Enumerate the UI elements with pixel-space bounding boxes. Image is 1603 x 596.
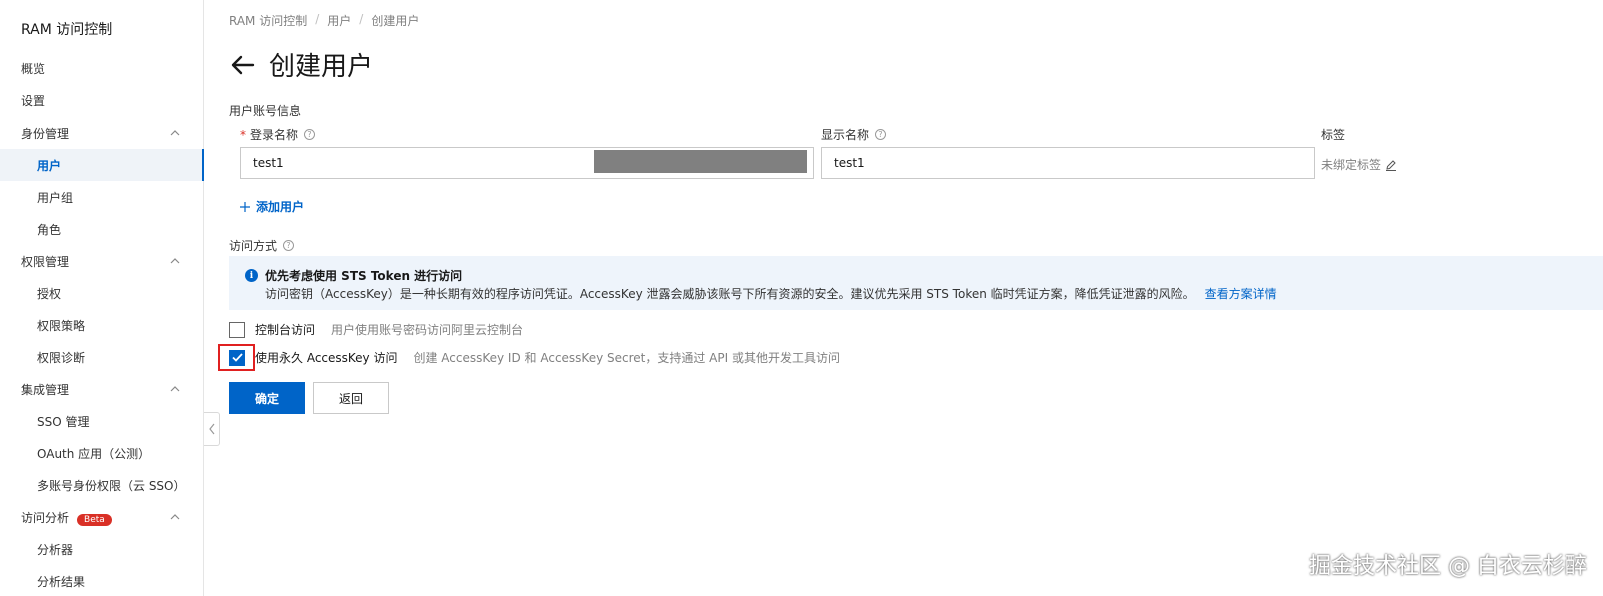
watermark: 掘金技术社区 @ 白衣云杉醉 — [1309, 554, 1587, 579]
alert-title: 优先考虑使用 STS Token 进行访问 — [265, 269, 463, 283]
breadcrumb-separator: / — [359, 12, 364, 26]
sidebar-title: RAM 访问控制 — [21, 22, 113, 38]
sidebar-item-label: 集成管理 — [21, 382, 70, 397]
chevron-up-icon — [170, 386, 180, 392]
accesskey-option[interactable]: 使用永久 AccessKey 访问 创建 AccessKey ID 和 Acce… — [229, 349, 840, 366]
display-name-input[interactable]: test1 — [821, 147, 1315, 179]
alert-body-text: 访问密钥（AccessKey）是一种长期有效的程序访问凭证。AccessKey … — [265, 287, 1195, 301]
help-icon[interactable]: ? — [283, 240, 295, 251]
back-button[interactable]: 返回 — [313, 382, 389, 414]
sidebar-item-analysis-results[interactable]: 分析结果 — [0, 565, 204, 596]
page-title: 创建用户 — [269, 52, 374, 82]
tag-label: 标签 — [1321, 126, 1345, 143]
sidebar-item-grants[interactable]: 授权 — [0, 277, 204, 309]
breadcrumb-item-create-user: 创建用户 — [371, 14, 420, 28]
breadcrumb: RAM 访问控制 / 用户 / 创建用户 — [229, 12, 419, 29]
plus-icon — [240, 201, 250, 212]
sidebar-item-label: 分析器 — [37, 542, 74, 557]
annotation-highlight-box — [218, 344, 255, 371]
sidebar-item-label: 设置 — [21, 93, 46, 108]
sidebar-collapse-button[interactable] — [204, 412, 220, 446]
sidebar-item-policies[interactable]: 权限策略 — [0, 309, 204, 341]
view-details-link[interactable]: 查看方案详情 — [1205, 287, 1277, 301]
sidebar-item-label: 分析结果 — [37, 574, 86, 589]
sidebar-group-identity[interactable]: 身份管理 — [0, 117, 204, 149]
tag-edit-button[interactable]: 未绑定标签 — [1321, 156, 1397, 173]
sidebar-item-settings[interactable]: 设置 — [0, 84, 204, 116]
sidebar-item-label: OAuth 应用（公测） — [37, 446, 151, 461]
sidebar-item-label: 权限策略 — [37, 318, 86, 333]
tag-value: 未绑定标签 — [1321, 158, 1382, 172]
add-user-label: 添加用户 — [256, 200, 305, 214]
breadcrumb-item-ram[interactable]: RAM 访问控制 — [229, 12, 307, 29]
account-section-label: 用户账号信息 — [229, 104, 302, 118]
page-title-row: 创建用户 — [229, 46, 373, 83]
login-name-label: * 登录名称 ? — [240, 126, 316, 143]
tag-label-text: 标签 — [1321, 128, 1346, 142]
sidebar-group-permissions[interactable]: 权限管理 — [0, 245, 204, 277]
login-name-label-text: 登录名称 — [250, 128, 299, 142]
sidebar-item-roles[interactable]: 角色 — [0, 213, 204, 245]
accesskey-label: 使用永久 AccessKey 访问 — [255, 351, 398, 365]
breadcrumb-item-users[interactable]: 用户 — [327, 12, 351, 29]
info-icon: i — [245, 269, 258, 282]
sidebar-item-diagnosis[interactable]: 权限诊断 — [0, 341, 204, 373]
sidebar-item-sso[interactable]: SSO 管理 — [0, 405, 204, 437]
sidebar-item-overview[interactable]: 概览 — [0, 52, 204, 84]
confirm-button[interactable]: 确定 — [229, 382, 305, 414]
sidebar-item-label-wrap: 访问分析 Beta — [21, 509, 112, 526]
sidebar-item-label: 概览 — [21, 61, 46, 76]
console-access-checkbox[interactable] — [229, 321, 245, 338]
sidebar-item-label: 权限管理 — [21, 254, 70, 269]
sidebar-item-label: 用户组 — [37, 190, 74, 205]
sidebar-item-oauth[interactable]: OAuth 应用（公测） — [0, 437, 204, 469]
sidebar-item-label: 角色 — [37, 222, 62, 237]
sidebar-item-cloud-sso[interactable]: 多账号身份权限（云 SSO） — [0, 469, 204, 501]
sidebar-item-label: 授权 — [37, 286, 62, 301]
help-icon[interactable]: ? — [875, 129, 887, 140]
chevron-up-icon — [170, 514, 180, 520]
required-asterisk: * — [240, 127, 246, 142]
display-name-value: test1 — [834, 156, 865, 170]
accesskey-desc: 创建 AccessKey ID 和 AccessKey Secret，支持通过 … — [413, 351, 840, 365]
access-section-label: 访问方式 ? — [229, 237, 295, 254]
sidebar-group-access-analysis[interactable]: 访问分析 Beta — [0, 501, 204, 533]
chevron-left-icon — [208, 423, 214, 435]
edit-icon — [1386, 159, 1397, 171]
breadcrumb-separator: / — [315, 12, 320, 26]
sidebar-item-label: SSO 管理 — [37, 414, 90, 429]
help-icon[interactable]: ? — [304, 129, 316, 140]
sidebar-item-label: 用户 — [37, 158, 62, 173]
sidebar-item-analyzer[interactable]: 分析器 — [0, 533, 204, 565]
back-arrow-icon[interactable] — [229, 52, 255, 78]
display-name-label-text: 显示名称 — [821, 128, 870, 142]
access-section-label-text: 访问方式 — [229, 239, 278, 253]
add-user-button[interactable]: 添加用户 — [240, 198, 304, 215]
chevron-up-icon — [170, 258, 180, 264]
sidebar: RAM 访问控制 概览 设置 身份管理 用户 用户组 角色 权限管理 授权 权限… — [0, 0, 204, 596]
sidebar-item-user-groups[interactable]: 用户组 — [0, 181, 204, 213]
sidebar-item-label: 权限诊断 — [37, 350, 86, 365]
redaction-mask — [594, 150, 807, 173]
sidebar-item-users[interactable]: 用户 — [0, 149, 204, 181]
alert-body: 访问密钥（AccessKey）是一种长期有效的程序访问凭证。AccessKey … — [265, 285, 1277, 302]
sidebar-item-label: 身份管理 — [21, 126, 70, 141]
sidebar-item-label: 访问分析 — [21, 510, 70, 525]
sts-token-alert: i 优先考虑使用 STS Token 进行访问 访问密钥（AccessKey）是… — [229, 256, 1603, 310]
console-access-label: 控制台访问 — [255, 323, 316, 337]
console-access-option[interactable]: 控制台访问 用户使用账号密码访问阿里云控制台 — [229, 321, 523, 338]
chevron-up-icon — [170, 130, 180, 136]
login-name-value: test1 — [253, 156, 284, 170]
beta-badge: Beta — [77, 513, 112, 526]
sidebar-group-integration[interactable]: 集成管理 — [0, 373, 204, 405]
display-name-label: 显示名称 ? — [821, 126, 887, 143]
console-access-desc: 用户使用账号密码访问阿里云控制台 — [331, 323, 524, 337]
sidebar-item-label: 多账号身份权限（云 SSO） — [37, 478, 186, 493]
